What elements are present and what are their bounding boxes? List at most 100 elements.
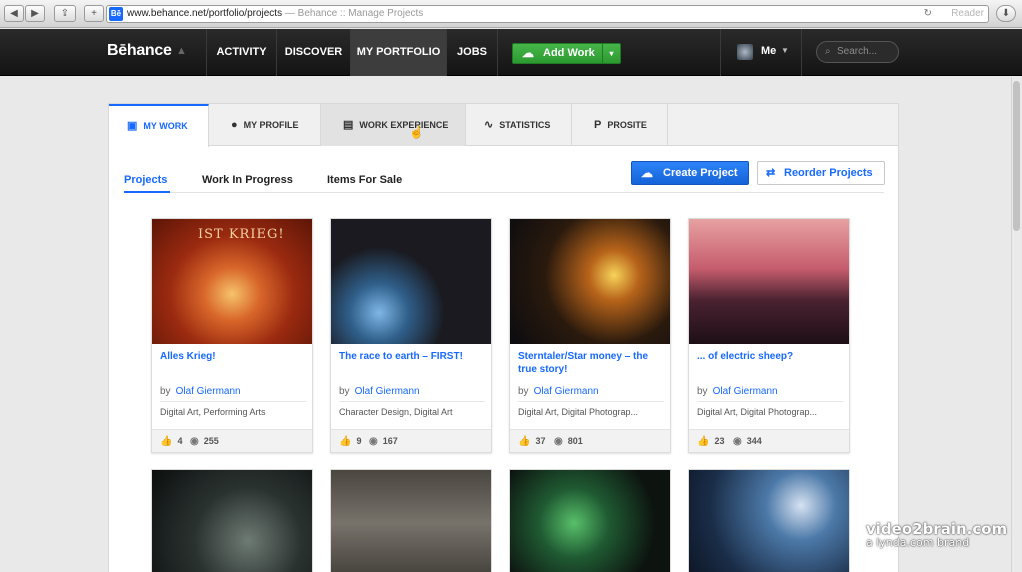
project-fields: Digital Art, Digital Photograp... xyxy=(697,407,818,417)
project-subtabs: Projects Work In Progress Items For Sale… xyxy=(109,146,898,194)
nav-discover[interactable]: DISCOVER xyxy=(276,29,350,76)
thumbs-up-icon: 👍 xyxy=(518,436,531,447)
divider xyxy=(697,401,843,402)
project-title[interactable]: Sterntaler/Star money – the true story! xyxy=(518,350,664,376)
share-icon[interactable]: ⇪ xyxy=(54,5,76,22)
project-thumbnail[interactable] xyxy=(510,219,670,344)
project-card[interactable]: ... of electric sheep? by Olaf Giermann D… xyxy=(688,218,850,453)
reorder-projects-button[interactable]: ⇄ Reorder Projects xyxy=(757,161,885,185)
project-stats: 👍 23 ◉ 344 xyxy=(689,429,849,452)
search-icon: ⌕ xyxy=(825,46,831,57)
nav-jobs[interactable]: JOBS xyxy=(446,29,498,76)
chevron-down-icon: ▼ xyxy=(781,46,789,55)
nav-my-portfolio[interactable]: MY PORTFOLIO xyxy=(350,29,446,76)
eye-icon: ◉ xyxy=(369,436,378,447)
briefcase-icon: ▣ xyxy=(127,120,138,132)
project-fields: Digital Art, Digital Photograp... xyxy=(518,407,639,417)
subtab-items-for-sale[interactable]: Items For Sale xyxy=(327,174,402,186)
project-title[interactable]: ... of electric sheep? xyxy=(697,350,843,363)
author-link[interactable]: Olaf Giermann xyxy=(355,386,420,397)
thumbs-up-icon: 👍 xyxy=(697,436,710,447)
project-card[interactable]: IST KRIEG! Alles Krieg! by Olaf Giermann … xyxy=(151,218,313,453)
divider xyxy=(518,401,664,402)
user-icon: ● xyxy=(231,119,238,131)
hand-cursor-icon: ☝ xyxy=(409,125,424,139)
reload-icon[interactable]: ↻ xyxy=(924,6,932,22)
eye-icon: ◉ xyxy=(554,436,563,447)
prosite-icon: P xyxy=(594,119,602,131)
thumbs-up-icon: 👍 xyxy=(160,436,173,447)
notification-bell-icon[interactable]: ▲ xyxy=(176,45,187,57)
add-work-label: Add Work xyxy=(543,47,595,59)
add-work-button[interactable]: ☁ Add Work ▾ xyxy=(512,43,621,64)
project-fields: Digital Art, Performing Arts xyxy=(160,407,266,417)
nav-activity[interactable]: ACTIVITY xyxy=(206,29,276,76)
tab-my-work[interactable]: ▣ MY WORK xyxy=(109,104,209,147)
reader-button[interactable]: Reader xyxy=(951,6,984,22)
portfolio-panel: ▣ MY WORK ● MY PROFILE ▤ WORK EXPERIENCE ∿ S… xyxy=(108,103,899,572)
browser-toolbar: ◀ ▶ ⇪ + Bē www.behance.net/portfolio/pro… xyxy=(0,0,1022,28)
portfolio-tabs: ▣ MY WORK ● MY PROFILE ▤ WORK EXPERIENCE ∿ S… xyxy=(109,104,898,147)
project-stats: 👍 9 ◉ 167 xyxy=(331,429,491,452)
active-tab-indicator xyxy=(124,191,170,193)
avatar xyxy=(737,44,753,60)
view-count: 167 xyxy=(382,436,398,446)
search-input[interactable]: ⌕ Search... xyxy=(816,41,899,63)
author-link[interactable]: Olaf Giermann xyxy=(176,386,241,397)
downloads-icon[interactable]: ⬇ xyxy=(996,5,1016,22)
reorder-arrows-icon: ⇄ xyxy=(766,167,776,179)
project-thumbnail[interactable] xyxy=(330,469,492,572)
subtab-work-in-progress[interactable]: Work In Progress xyxy=(202,174,293,186)
watermark: video2brain.com a lynda.com brand xyxy=(866,520,1008,549)
author-link[interactable]: Olaf Giermann xyxy=(534,386,599,397)
project-thumbnail[interactable] xyxy=(688,469,850,572)
thumbnail-caption: IST KRIEG! xyxy=(198,227,285,242)
tab-work-experience[interactable]: ▤ WORK EXPERIENCE xyxy=(321,104,466,146)
address-bar[interactable]: Bē www.behance.net/portfolio/projects — … xyxy=(106,5,989,23)
document-icon: ▤ xyxy=(343,119,354,131)
subtab-projects[interactable]: Projects xyxy=(124,174,167,186)
appreciation-count: 4 xyxy=(177,436,183,446)
scrollbar-thumb[interactable] xyxy=(1013,81,1020,231)
project-card[interactable]: Sterntaler/Star money – the true story! … xyxy=(509,218,671,453)
project-thumbnail[interactable] xyxy=(509,469,671,572)
author-link[interactable]: Olaf Giermann xyxy=(713,386,778,397)
behance-logo[interactable]: Bēhance xyxy=(107,42,172,60)
search-placeholder: Search... xyxy=(837,46,878,57)
project-thumbnail[interactable] xyxy=(331,219,491,344)
project-fields: Character Design, Digital Art xyxy=(339,407,453,417)
view-count: 255 xyxy=(203,436,219,446)
pulse-icon: ∿ xyxy=(484,119,494,131)
appreciation-count: 37 xyxy=(535,436,546,446)
tab-prosite[interactable]: P PROSITE xyxy=(572,104,668,146)
project-thumbnail[interactable] xyxy=(689,219,849,344)
cloud-upload-icon: ☁ xyxy=(522,46,534,60)
url-text: www.behance.net/portfolio/projects xyxy=(127,8,283,19)
tab-statistics[interactable]: ∿ STATISTICS xyxy=(466,104,572,146)
page-scrollbar[interactable] xyxy=(1011,77,1020,572)
add-bookmark-icon[interactable]: + xyxy=(84,5,104,22)
divider xyxy=(124,192,884,193)
tab-my-profile[interactable]: ● MY PROFILE xyxy=(209,104,321,146)
favicon-icon: Bē xyxy=(109,7,123,21)
chevron-down-icon[interactable]: ▾ xyxy=(602,44,620,63)
project-title[interactable]: The race to earth – FIRST! xyxy=(339,350,485,363)
project-card[interactable]: The race to earth – FIRST! by Olaf Gierma… xyxy=(330,218,492,453)
view-count: 344 xyxy=(746,436,762,446)
project-thumbnail[interactable] xyxy=(151,469,313,572)
eye-icon: ◉ xyxy=(190,436,199,447)
thumbs-up-icon: 👍 xyxy=(339,436,352,447)
create-project-button[interactable]: ☁ Create Project xyxy=(631,161,749,185)
appreciation-count: 9 xyxy=(356,436,362,446)
view-count: 801 xyxy=(567,436,583,446)
project-stats: 👍 37 ◉ 801 xyxy=(510,429,670,452)
project-title[interactable]: Alles Krieg! xyxy=(160,350,306,363)
divider xyxy=(339,401,485,402)
forward-arrow-icon[interactable]: ▶ xyxy=(25,5,45,22)
page-title: Behance :: Manage Projects xyxy=(297,8,424,19)
user-menu-label: Me xyxy=(761,45,777,57)
back-arrow-icon[interactable]: ◀ xyxy=(4,5,24,22)
project-thumbnail[interactable]: IST KRIEG! xyxy=(152,219,312,344)
appreciation-count: 23 xyxy=(714,436,725,446)
user-menu[interactable]: Me ▼ xyxy=(720,29,802,76)
